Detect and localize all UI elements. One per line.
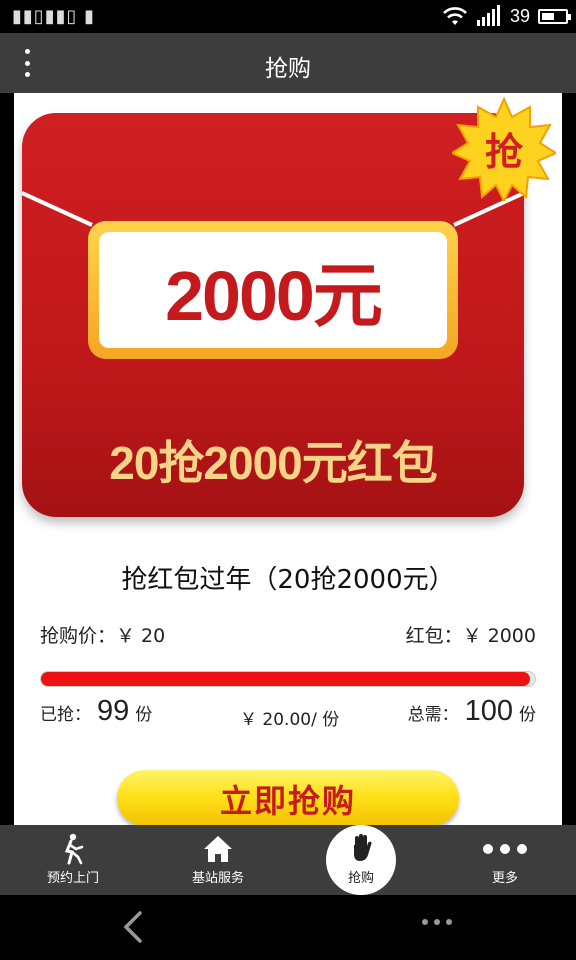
unit-price: ￥ 20.00/ 份 xyxy=(240,705,339,730)
total-label: 总需： xyxy=(407,705,459,725)
sales-progress-bar xyxy=(40,671,536,687)
grabbed-unit: 份 xyxy=(135,705,153,725)
battery-level: 39 xyxy=(509,5,530,26)
back-chevron-icon[interactable] xyxy=(118,911,148,943)
page-title: 抢购 xyxy=(265,56,311,82)
nav-label-appointment: 预约上门 xyxy=(46,871,99,886)
more-horizontal-icon xyxy=(483,844,527,854)
nav-label-flash-sale: 抢购 xyxy=(347,871,374,886)
wifi-icon xyxy=(443,7,467,25)
status-notification-icons: ▮▮▯▮▮▯ ▮ xyxy=(12,6,96,27)
envelope-value-amount: ￥ 2000 xyxy=(462,625,536,647)
nav-label-base-station: 基站服务 xyxy=(191,871,244,886)
envelope-body: 2000元 20抢2000元红包 xyxy=(22,113,524,517)
running-person-icon xyxy=(64,833,84,865)
envelope-value: 红包：￥ 2000 xyxy=(406,621,536,648)
flash-price-label: 抢购价： xyxy=(40,625,117,647)
home-icon xyxy=(204,836,232,862)
nav-label-more: 更多 xyxy=(491,871,518,886)
buy-now-label: 立即抢购 xyxy=(219,782,356,820)
amount-card: 2000元 xyxy=(88,221,458,359)
product-title: 抢红包过年（20抢2000元） xyxy=(121,565,455,595)
battery-icon xyxy=(538,8,571,24)
product-card: 2000元 20抢2000元红包 抢 抢红包过年（20抢2000元） 抢购价：￥… xyxy=(14,93,562,825)
red-envelope-image[interactable]: 2000元 20抢2000元红包 抢 xyxy=(22,97,556,517)
signal-bars-icon xyxy=(476,5,500,26)
status-bar: ▮▮▯▮▮▯ ▮ 39 xyxy=(0,0,576,33)
stats-row: 已抢： 99 份 ￥ 20.00/ 份 总需： 100 份 xyxy=(40,695,536,735)
envelope-value-label: 红包： xyxy=(405,625,463,647)
flash-price: 抢购价：￥ 20 xyxy=(40,621,165,648)
sales-progress-fill xyxy=(41,672,531,686)
total-stat: 总需： 100 份 xyxy=(408,695,536,728)
hand-icon xyxy=(354,834,372,861)
system-nav-bar xyxy=(0,895,576,960)
grabbed-stat: 已抢： 99 份 xyxy=(40,695,152,728)
badge-text: 抢 xyxy=(484,130,523,174)
flash-price-value: ￥ 20 xyxy=(116,625,166,647)
nav-item-base-station[interactable]: 基站服务 xyxy=(163,825,273,895)
nav-item-more[interactable]: 更多 xyxy=(450,825,560,895)
system-menu-icon[interactable] xyxy=(422,919,452,925)
grabbed-label: 已抢： xyxy=(40,705,91,725)
envelope-slogan: 20抢2000元红包 xyxy=(109,437,438,489)
buy-now-button[interactable]: 立即抢购 xyxy=(117,770,459,825)
envelope-amount: 2000元 xyxy=(165,256,383,335)
nav-item-flash-sale[interactable]: 抢购 xyxy=(306,825,416,895)
status-right: 39 xyxy=(442,5,571,27)
bottom-nav: 预约上门 基站服务 抢购 更多 xyxy=(0,825,576,895)
total-count: 100 xyxy=(464,695,513,727)
unit-price-value: ￥ 20.00/ 份 xyxy=(240,710,340,730)
total-unit: 份 xyxy=(519,705,536,725)
grabbed-count: 99 xyxy=(97,695,130,727)
nav-item-appointment[interactable]: 预约上门 xyxy=(18,825,128,895)
app-bar: 抢购 xyxy=(0,33,576,93)
